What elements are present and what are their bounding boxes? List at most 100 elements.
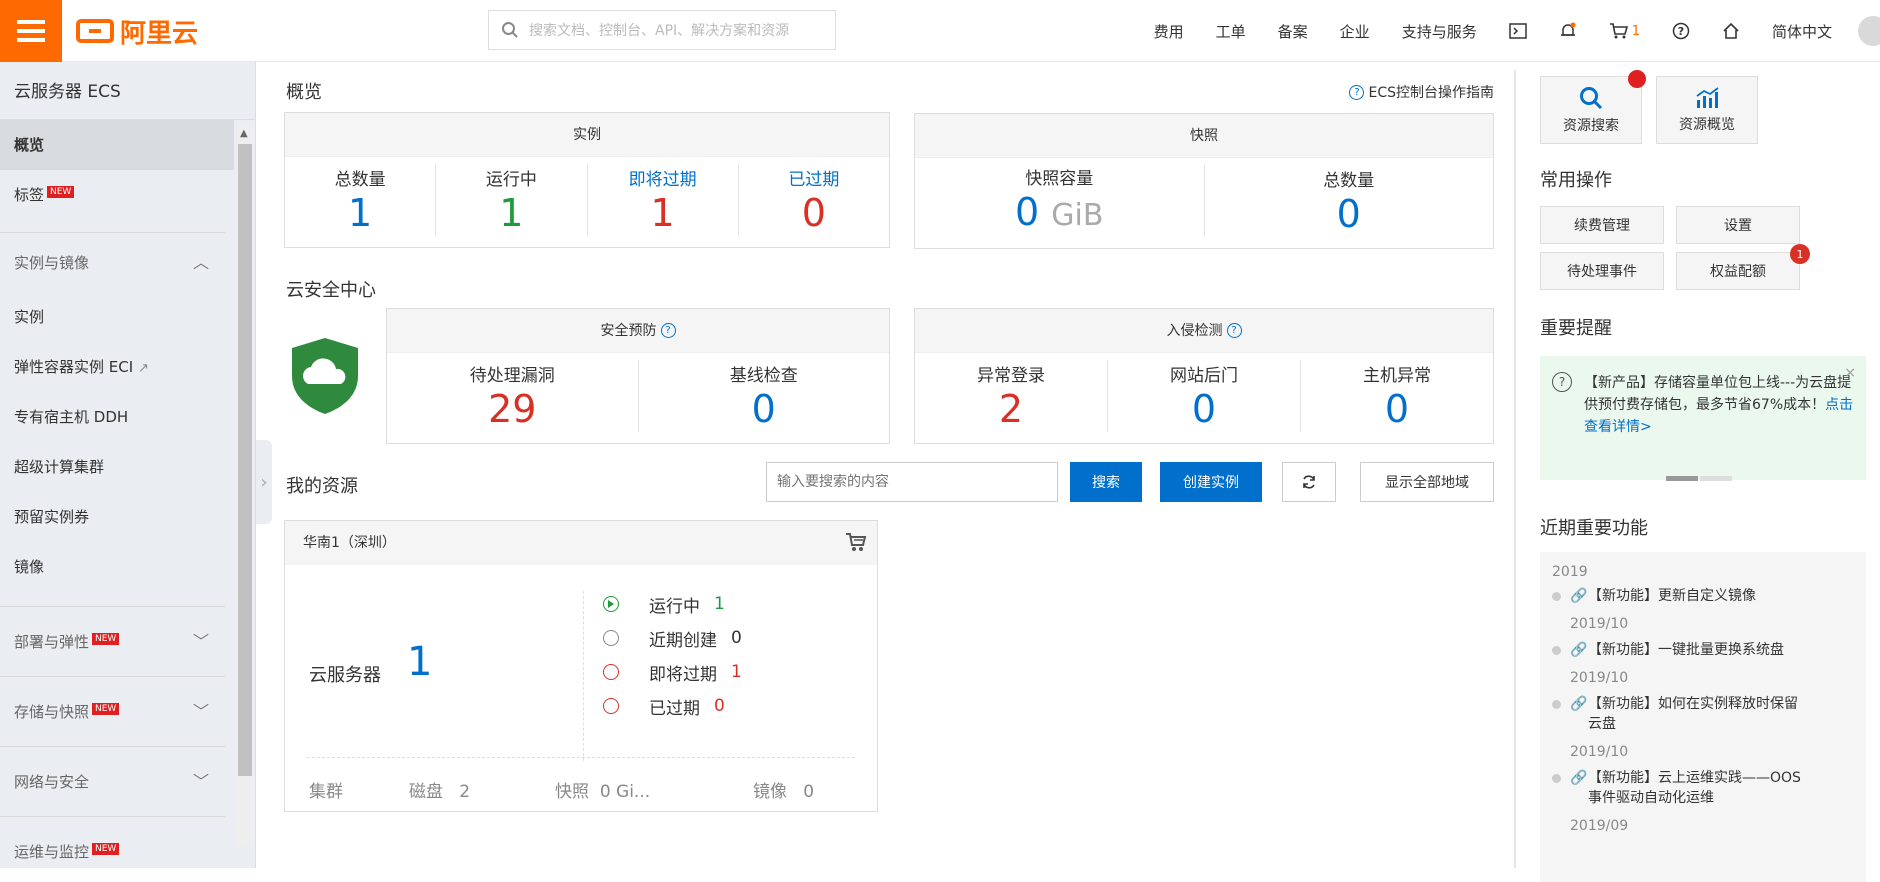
sidebar-group-instances[interactable]: 实例与镜像 ︿ bbox=[0, 232, 225, 292]
help-icon[interactable]: ? bbox=[1672, 22, 1690, 40]
stat-abnormal-login[interactable]: 异常登录 2 bbox=[915, 360, 1107, 432]
status-running[interactable]: 运行中 1 bbox=[603, 589, 725, 619]
sidebar-item-eci[interactable]: 弹性容器实例 ECI ↗ bbox=[0, 342, 234, 392]
sidebar-group-network[interactable]: 网络与安全 ﹀ bbox=[0, 746, 225, 816]
nav-support[interactable]: 支持与服务 bbox=[1402, 21, 1477, 42]
settings-button[interactable]: 设置 bbox=[1676, 206, 1800, 244]
cart-nav[interactable]: 1 bbox=[1609, 22, 1640, 40]
stat-total[interactable]: 总数量 1 bbox=[285, 164, 435, 236]
sidebar-group-storage[interactable]: 存储与快照 NEW ﹀ bbox=[0, 676, 225, 746]
close-icon[interactable]: × bbox=[1844, 362, 1856, 384]
pending-events-button[interactable]: 待处理事件 bbox=[1540, 252, 1664, 290]
sidebar-item-label: 概览 bbox=[14, 136, 45, 154]
help-circle-icon[interactable]: ? bbox=[660, 323, 676, 338]
resource-search-input[interactable] bbox=[766, 462, 1058, 502]
feature-item[interactable]: 🔗 【新功能】更新自定义镜像 2019/10 bbox=[1552, 586, 1854, 634]
notification-dot bbox=[1628, 70, 1646, 88]
stat-running[interactable]: 运行中 1 bbox=[435, 164, 586, 236]
sidebar-group-label: 实例与镜像 bbox=[14, 254, 90, 272]
nav-billing[interactable]: 费用 bbox=[1154, 21, 1184, 42]
link-icon: 🔗 bbox=[1570, 642, 1588, 658]
sidebar-item-ddh[interactable]: 专有宿主机 DDH bbox=[0, 392, 234, 442]
refresh-button[interactable] bbox=[1282, 462, 1336, 502]
search-icon bbox=[502, 22, 518, 38]
logo[interactable]: 阿里云 bbox=[76, 14, 198, 49]
region-name: 华南1（深圳） bbox=[303, 535, 396, 551]
sidebar-scrollbar[interactable]: ▲ bbox=[236, 126, 254, 846]
timeline-dot bbox=[1552, 592, 1561, 601]
features-title: 近期重要功能 bbox=[1540, 518, 1648, 539]
terminal-icon[interactable] bbox=[1508, 23, 1527, 39]
cart-icon[interactable] bbox=[845, 531, 867, 553]
footer-image[interactable]: 镜像 0 bbox=[753, 777, 814, 802]
sidebar-item-images[interactable]: 镜像 bbox=[0, 542, 234, 592]
sidebar-item-scc[interactable]: 超级计算集群 bbox=[0, 442, 234, 492]
intrusion-detection-card: 入侵检测? 异常登录 2 网站后门 0 主机异常 0 bbox=[914, 308, 1494, 444]
cart-icon bbox=[1609, 23, 1628, 39]
home-icon[interactable] bbox=[1722, 22, 1740, 40]
language-switch[interactable]: 简体中文 bbox=[1772, 21, 1832, 42]
sidebar-item-reserved[interactable]: 预留实例券 bbox=[0, 492, 234, 542]
stat-expired[interactable]: 已过期 0 bbox=[737, 164, 889, 236]
carousel-dots bbox=[1666, 476, 1732, 481]
chevron-down-icon: ﹀ bbox=[192, 632, 209, 651]
footer-cluster[interactable]: 集群 bbox=[309, 777, 343, 802]
cart-count: 1 bbox=[1631, 23, 1640, 39]
scroll-up-icon[interactable]: ▲ bbox=[240, 128, 248, 139]
chevron-down-icon: ﹀ bbox=[192, 702, 209, 721]
resource-overview-button[interactable]: 资源概览 bbox=[1656, 76, 1758, 144]
region-header: 华南1（深圳） bbox=[285, 521, 877, 565]
status-recent[interactable]: 近期创建 0 bbox=[603, 623, 742, 653]
quota-button[interactable]: 权益配额 bbox=[1676, 252, 1800, 290]
timeline-dot bbox=[1552, 774, 1561, 783]
stat-baseline[interactable]: 基线检查 0 bbox=[637, 360, 890, 432]
create-instance-button[interactable]: 创建实例 bbox=[1160, 462, 1262, 502]
nav-icp[interactable]: 备案 bbox=[1278, 21, 1308, 42]
stat-snapshot-total[interactable]: 总数量 0 bbox=[1203, 165, 1494, 237]
sidebar-group-label: 存储与快照 bbox=[14, 703, 90, 721]
guide-label: ECS控制台操作指南 bbox=[1368, 85, 1494, 101]
stat-webshell[interactable]: 网站后门 0 bbox=[1107, 360, 1300, 432]
link-icon: 🔗 bbox=[1570, 770, 1588, 786]
sidebar-item-instances[interactable]: 实例 bbox=[0, 292, 234, 342]
footer-snapshot[interactable]: 快照 0 Gi... bbox=[555, 777, 650, 802]
renewal-management-button[interactable]: 续费管理 bbox=[1540, 206, 1664, 244]
stat-vulnerabilities[interactable]: 待处理漏洞 29 bbox=[387, 360, 638, 432]
prevention-header: 安全预防? bbox=[387, 309, 889, 353]
status-expired[interactable]: 已过期 0 bbox=[603, 691, 725, 721]
search-button[interactable]: 搜索 bbox=[1070, 462, 1142, 502]
sidebar-group-deployment[interactable]: 部署与弹性 NEW ﹀ bbox=[0, 606, 225, 676]
sidebar-item-tags[interactable]: 概览标签NEW bbox=[0, 170, 234, 220]
feature-item[interactable]: 🔗 【新功能】如何在实例释放时保留云盘 2019/10 bbox=[1552, 694, 1854, 762]
sidebar-group-ops[interactable]: 运维与监控 NEW bbox=[0, 816, 225, 868]
console-guide-link[interactable]: ? ECS控制台操作指南 bbox=[1349, 82, 1494, 102]
divider bbox=[307, 757, 855, 758]
carousel-dot[interactable] bbox=[1666, 476, 1698, 481]
nav-enterprise[interactable]: 企业 bbox=[1340, 21, 1370, 42]
snapshots-header: 快照 bbox=[915, 114, 1493, 158]
resource-search-button[interactable]: 资源搜索 bbox=[1540, 76, 1642, 144]
status-expiring[interactable]: 即将过期 1 bbox=[603, 657, 742, 687]
menu-icon[interactable] bbox=[0, 0, 62, 62]
scroll-thumb[interactable] bbox=[238, 144, 252, 776]
help-circle-icon[interactable]: ? bbox=[1226, 323, 1242, 338]
global-search-input[interactable]: 搜索文档、控制台、API、解决方案和资源 bbox=[488, 10, 836, 50]
collapse-sidebar-handle[interactable]: › bbox=[256, 440, 272, 524]
carousel-dot[interactable] bbox=[1700, 476, 1732, 481]
feature-item[interactable]: 🔗 【新功能】一键批量更换系统盘 2019/10 bbox=[1552, 640, 1854, 688]
footer-disk[interactable]: 磁盘 2 bbox=[409, 777, 470, 802]
avatar[interactable] bbox=[1858, 16, 1880, 46]
sidebar-item-overview[interactable]: 概览 bbox=[0, 120, 234, 170]
server-count[interactable]: 1 bbox=[407, 639, 432, 685]
feature-item[interactable]: 🔗 【新功能】云上运维实践——OOS事件驱动自动化运维 2019/09 bbox=[1552, 768, 1854, 836]
bell-icon[interactable] bbox=[1559, 22, 1577, 40]
nav-tickets[interactable]: 工单 bbox=[1216, 21, 1246, 42]
show-all-regions-button[interactable]: 显示全部地域 bbox=[1360, 462, 1494, 502]
stat-host-anomaly[interactable]: 主机异常 0 bbox=[1300, 360, 1493, 432]
sidebar-group-label: 部署与弹性 bbox=[14, 633, 90, 651]
instances-card: 实例 总数量 1 运行中 1 即将过期 1 已过期 0 bbox=[284, 112, 890, 248]
stat-snapshot-capacity[interactable]: 快照容量 0 GiB bbox=[915, 165, 1204, 237]
resources-title: 我的资源 bbox=[286, 476, 358, 497]
stat-expiring[interactable]: 即将过期 1 bbox=[586, 164, 738, 236]
overview-title: 概览 bbox=[286, 82, 322, 103]
